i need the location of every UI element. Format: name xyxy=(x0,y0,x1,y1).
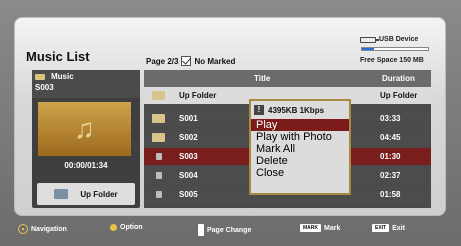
menu-item-delete[interactable]: Delete xyxy=(251,155,349,167)
footer-navigation: Navigation xyxy=(18,224,67,234)
playback-time: 00:00/01:34 xyxy=(64,161,108,170)
category-label: Music xyxy=(51,72,74,81)
title-column-header: Title xyxy=(254,74,271,83)
footer-bar: Navigation Option Page Change MARK Mark E… xyxy=(0,216,461,246)
footer-exit: EXIT Exit xyxy=(372,224,405,232)
up-folder-label: Up Folder xyxy=(80,189,118,199)
page-number: Page 2/3 xyxy=(146,56,179,66)
folder-icon xyxy=(152,133,165,142)
footer-mark: MARK Mark xyxy=(300,224,340,232)
music-note-icon: ♫ xyxy=(74,113,95,144)
usb-space-fill xyxy=(362,48,374,50)
option-popup: ! 4395KB 1Kbps Play Play with Photo Mark… xyxy=(249,99,351,195)
folder-up-icon xyxy=(152,91,165,100)
popup-info: ! 4395KB 1Kbps xyxy=(251,101,349,119)
row-duration: 01:30 xyxy=(380,152,401,161)
folder-icon xyxy=(152,114,165,123)
page-info: Page 2/3 No Marked xyxy=(146,56,235,66)
option-icon xyxy=(110,224,117,231)
duration-column-header: Duration xyxy=(382,74,415,83)
usb-label: USB Device xyxy=(379,36,419,43)
row-title: S005 xyxy=(179,190,198,199)
row-duration: Up Folder xyxy=(380,91,418,100)
up-folder-button[interactable]: Up Folder xyxy=(37,183,135,205)
usb-space-bar xyxy=(361,47,429,51)
row-title: S003 xyxy=(179,152,198,161)
preview-header: Music S003 xyxy=(32,70,140,98)
page-change-icon xyxy=(198,224,204,236)
music-file-icon xyxy=(156,191,162,198)
page-change-label: Page Change xyxy=(207,226,252,234)
file-list-header: Title Duration xyxy=(144,70,431,87)
row-title: S004 xyxy=(179,171,198,180)
row-duration: 03:33 xyxy=(380,114,401,123)
music-folder-icon xyxy=(35,73,45,80)
free-space: Free Space 150 MB xyxy=(360,57,424,64)
marked-status: No Marked xyxy=(194,56,236,66)
folder-up-icon xyxy=(54,189,69,199)
row-title: S001 xyxy=(179,114,198,123)
navigation-label: Navigation xyxy=(31,225,67,233)
current-track: S003 xyxy=(35,83,54,92)
menu-item-play-with-photo[interactable]: Play with Photo xyxy=(251,131,349,143)
usb-icon xyxy=(360,36,379,43)
file-info: 4395KB 1Kbps xyxy=(268,105,325,115)
page-title: Music List xyxy=(26,49,90,64)
check-icon xyxy=(181,56,192,66)
row-duration: 04:45 xyxy=(380,133,401,142)
row-duration: 01:58 xyxy=(380,190,401,199)
menu-item-mark-all[interactable]: Mark All xyxy=(251,143,349,155)
usb-device-indicator: USB Device xyxy=(360,36,418,43)
music-file-icon xyxy=(156,153,162,160)
exit-label: Exit xyxy=(392,224,405,232)
footer-page-change: Page Change xyxy=(198,224,251,236)
mark-label: Mark xyxy=(324,224,341,232)
exit-key-icon: EXIT xyxy=(372,224,390,232)
music-file-icon xyxy=(156,172,162,179)
preview-panel: Music S003 ♫ 00:00/01:34 Up Folder xyxy=(32,70,140,208)
row-duration: 02:37 xyxy=(380,171,401,180)
row-title: S002 xyxy=(179,133,198,142)
footer-option: Option xyxy=(110,224,143,231)
row-title: Up Folder xyxy=(179,91,217,100)
option-label: Option xyxy=(120,224,143,231)
menu-item-close[interactable]: Close xyxy=(251,167,349,179)
mark-key-icon: MARK xyxy=(300,224,321,232)
menu-item-play[interactable]: Play xyxy=(251,119,349,131)
navigation-icon xyxy=(18,224,28,234)
music-thumbnail: ♫ xyxy=(38,102,131,156)
info-icon: ! xyxy=(254,105,264,115)
